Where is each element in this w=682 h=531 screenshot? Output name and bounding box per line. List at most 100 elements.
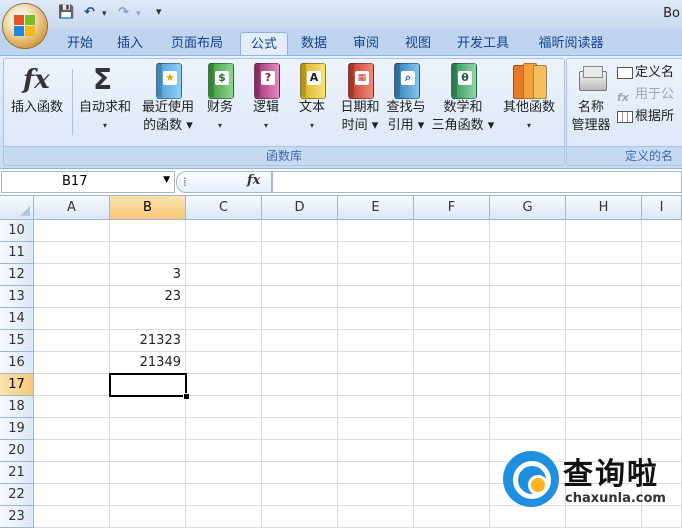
cell-g10[interactable] (490, 220, 566, 242)
cell-i18[interactable] (642, 396, 682, 418)
create-from-selection-button[interactable]: 根据所 (617, 107, 674, 127)
cell-c22[interactable] (186, 484, 262, 506)
cell-d23[interactable] (262, 506, 338, 528)
cell-h17[interactable] (566, 374, 642, 396)
tab-home[interactable]: 开始 (56, 32, 104, 56)
cell-f15[interactable] (414, 330, 490, 352)
cell-b21[interactable] (110, 462, 186, 484)
cell-i13[interactable] (642, 286, 682, 308)
cell-e14[interactable] (338, 308, 414, 330)
cell-f11[interactable] (414, 242, 490, 264)
tab-insert[interactable]: 插入 (108, 32, 152, 56)
cell-a11[interactable] (34, 242, 110, 264)
select-all-corner[interactable] (0, 196, 34, 220)
logical-button[interactable]: ? 逻辑 ▾ (246, 61, 286, 145)
cell-c12[interactable] (186, 264, 262, 286)
cell-g14[interactable] (490, 308, 566, 330)
cell-e11[interactable] (338, 242, 414, 264)
cell-c14[interactable] (186, 308, 262, 330)
cell-e23[interactable] (338, 506, 414, 528)
cell-a12[interactable] (34, 264, 110, 286)
cell-b14[interactable] (110, 308, 186, 330)
name-box-dropdown-icon[interactable]: ▼ (163, 175, 170, 185)
formula-input[interactable] (272, 171, 682, 193)
cell-h12[interactable] (566, 264, 642, 286)
row-header-14[interactable]: 14 (0, 308, 34, 330)
cell-h14[interactable] (566, 308, 642, 330)
cell-a15[interactable] (34, 330, 110, 352)
tab-developer[interactable]: 开发工具 (448, 32, 518, 56)
cell-g18[interactable] (490, 396, 566, 418)
cell-f20[interactable] (414, 440, 490, 462)
row-header-18[interactable]: 18 (0, 396, 34, 418)
cell-c10[interactable] (186, 220, 262, 242)
column-header-f[interactable]: F (414, 196, 490, 220)
cell-c15[interactable] (186, 330, 262, 352)
column-header-g[interactable]: G (490, 196, 566, 220)
tab-page-layout[interactable]: 页面布局 (160, 32, 234, 56)
row-header-16[interactable]: 16 (0, 352, 34, 374)
tab-view[interactable]: 视图 (396, 32, 440, 56)
office-button[interactable] (3, 4, 47, 48)
cell-a13[interactable] (34, 286, 110, 308)
cell-f22[interactable] (414, 484, 490, 506)
cell-c23[interactable] (186, 506, 262, 528)
cell-e19[interactable] (338, 418, 414, 440)
cell-d21[interactable] (262, 462, 338, 484)
row-header-15[interactable]: 15 (0, 330, 34, 352)
cell-d10[interactable] (262, 220, 338, 242)
cell-f23[interactable] (414, 506, 490, 528)
redo-icon[interactable]: ↷ (118, 5, 129, 23)
cell-c17[interactable] (186, 374, 262, 396)
cell-c11[interactable] (186, 242, 262, 264)
cell-a10[interactable] (34, 220, 110, 242)
column-header-a[interactable]: A (34, 196, 110, 220)
cell-d16[interactable] (262, 352, 338, 374)
use-in-formula-button[interactable]: fx 用于公 (617, 85, 674, 105)
formula-bar-grip-icon[interactable]: ⁞ (183, 175, 187, 189)
cell-c16[interactable] (186, 352, 262, 374)
row-header-21[interactable]: 21 (0, 462, 34, 484)
cell-g15[interactable] (490, 330, 566, 352)
more-functions-button[interactable]: 其他函数 ▾ (498, 61, 560, 145)
cell-d19[interactable] (262, 418, 338, 440)
row-header-19[interactable]: 19 (0, 418, 34, 440)
cell-h16[interactable] (566, 352, 642, 374)
cell-b19[interactable] (110, 418, 186, 440)
text-functions-button[interactable]: A 文本 ▾ (292, 61, 332, 145)
row-header-12[interactable]: 12 (0, 264, 34, 286)
cell-h18[interactable] (566, 396, 642, 418)
cell-f14[interactable] (414, 308, 490, 330)
cell-f12[interactable] (414, 264, 490, 286)
cell-c20[interactable] (186, 440, 262, 462)
row-header-11[interactable]: 11 (0, 242, 34, 264)
cell-a20[interactable] (34, 440, 110, 462)
cell-f17[interactable] (414, 374, 490, 396)
cell-d14[interactable] (262, 308, 338, 330)
lookup-reference-button[interactable]: ⌕ 查找与 引用 ▾ (384, 61, 428, 145)
row-header-10[interactable]: 10 (0, 220, 34, 242)
cell-h15[interactable] (566, 330, 642, 352)
cell-b20[interactable] (110, 440, 186, 462)
cell-f18[interactable] (414, 396, 490, 418)
row-header-22[interactable]: 22 (0, 484, 34, 506)
cell-g16[interactable] (490, 352, 566, 374)
cell-g13[interactable] (490, 286, 566, 308)
tab-foxit-reader[interactable]: 福昕阅读器 (526, 32, 616, 56)
cell-g19[interactable] (490, 418, 566, 440)
insert-function-button[interactable]: fx 插入函数 (4, 61, 70, 145)
define-name-button[interactable]: 定义名 (617, 63, 674, 83)
cell-i11[interactable] (642, 242, 682, 264)
cell-g12[interactable] (490, 264, 566, 286)
cell-d22[interactable] (262, 484, 338, 506)
undo-dropdown-icon[interactable]: ▾ (102, 9, 107, 27)
cell-d11[interactable] (262, 242, 338, 264)
cell-e13[interactable] (338, 286, 414, 308)
cell-d13[interactable] (262, 286, 338, 308)
cell-h13[interactable] (566, 286, 642, 308)
column-header-d[interactable]: D (262, 196, 338, 220)
cell-b15[interactable]: 21323 (110, 330, 186, 352)
cell-e15[interactable] (338, 330, 414, 352)
cell-f21[interactable] (414, 462, 490, 484)
cell-d12[interactable] (262, 264, 338, 286)
